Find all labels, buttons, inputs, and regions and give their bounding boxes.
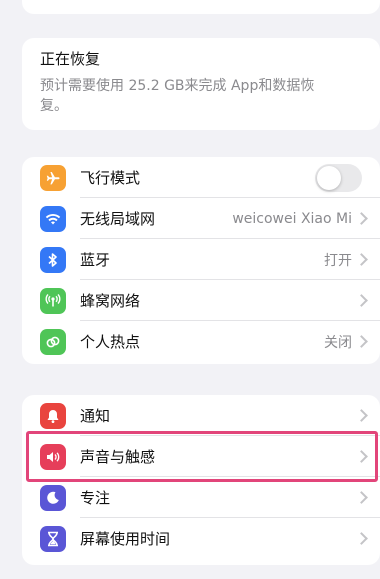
chevron-right-icon xyxy=(355,294,368,307)
hotspot-status-value: 关闭 xyxy=(324,334,352,351)
chevron-right-icon xyxy=(355,491,368,504)
bell-icon xyxy=(40,402,66,429)
cellular-label: 蜂窝网络 xyxy=(80,292,141,310)
screen-time-label: 屏幕使用时间 xyxy=(80,530,171,548)
row-cellular[interactable]: 蜂窝网络 xyxy=(22,280,380,321)
airplane-icon xyxy=(40,164,66,191)
row-screen-time[interactable]: 屏幕使用时间 xyxy=(22,518,380,559)
toggle-knob xyxy=(317,165,341,190)
wifi-network-value: weicowei Xiao Mi xyxy=(232,210,352,227)
chevron-right-icon xyxy=(355,409,368,422)
hotspot-icon xyxy=(40,328,66,355)
hotspot-label: 个人热点 xyxy=(80,333,141,351)
wifi-icon xyxy=(40,205,66,232)
chevron-right-icon xyxy=(355,212,368,225)
bluetooth-status-value: 打开 xyxy=(324,252,352,269)
row-personal-hotspot[interactable]: 个人热点 关闭 xyxy=(22,321,380,362)
row-bluetooth[interactable]: 蓝牙 打开 xyxy=(22,239,380,280)
bluetooth-label: 蓝牙 xyxy=(80,251,111,269)
moon-icon xyxy=(40,484,66,511)
row-notifications[interactable]: 通知 xyxy=(22,395,380,436)
wifi-label: 无线局域网 xyxy=(80,210,156,228)
chevron-right-icon xyxy=(355,532,368,545)
network-settings-group: 飞行模式 无线局域网 weicowei Xiao Mi 蓝牙 打开 蜂窝网络 个… xyxy=(22,157,380,364)
focus-label: 专注 xyxy=(80,489,111,507)
restore-description: 预计需要使用 25.2 GB来完成 App和数据恢复。 xyxy=(40,78,315,114)
restore-card: 正在恢复 预计需要使用 25.2 GB来完成 App和数据恢复。 xyxy=(22,38,380,130)
chevron-right-icon xyxy=(355,335,368,348)
row-airplane-mode[interactable]: 飞行模式 xyxy=(22,157,380,198)
chevron-right-icon xyxy=(355,253,368,266)
bluetooth-icon xyxy=(40,246,66,273)
hourglass-icon xyxy=(40,525,66,552)
notifications-label: 通知 xyxy=(80,407,111,425)
restore-title: 正在恢复 xyxy=(40,50,101,68)
highlight-box xyxy=(26,431,378,482)
airplane-mode-label: 飞行模式 xyxy=(80,169,141,187)
previous-card-bottom xyxy=(22,0,380,14)
row-focus[interactable]: 专注 xyxy=(22,477,380,518)
row-wifi[interactable]: 无线局域网 weicowei Xiao Mi xyxy=(22,198,380,239)
cellular-icon xyxy=(40,287,66,314)
airplane-mode-toggle[interactable] xyxy=(315,163,362,192)
